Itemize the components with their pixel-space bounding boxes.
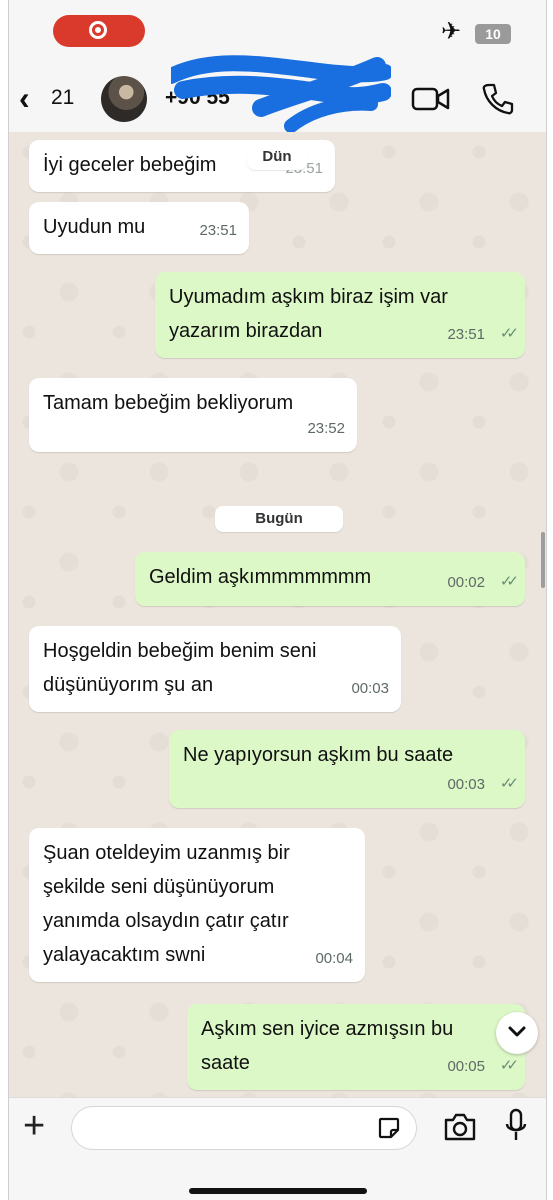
message-bubble-incoming[interactable]: Şuan oteldeyim uzanmış bir şekilde seni … xyxy=(29,828,365,982)
unread-count[interactable]: 21 xyxy=(51,86,74,110)
message-bubble-incoming[interactable]: Tamam bebeğim bekliyorum 23:52 xyxy=(29,378,357,452)
message-time: 23:52 xyxy=(307,420,345,437)
phone-icon[interactable] xyxy=(481,82,515,116)
date-chip-today: Bugün xyxy=(215,506,343,532)
message-time: 23:51 xyxy=(199,222,237,239)
read-receipt-icon: ✓✓ xyxy=(499,573,519,590)
read-receipt-icon: ✓✓ xyxy=(499,325,519,342)
message-time: 00:03 xyxy=(447,776,485,793)
date-chip-yesterday: Dün xyxy=(247,144,307,170)
read-receipt-icon: ✓✓ xyxy=(499,1057,519,1074)
message-time: 00:05 xyxy=(447,1058,485,1075)
redaction-scribble xyxy=(171,55,391,133)
message-text: Tamam bebeğim bekliyorum xyxy=(43,392,294,414)
record-icon xyxy=(89,21,107,39)
message-text: Şuan oteldeyim uzanmış bir şekilde seni … xyxy=(43,842,290,966)
camera-icon[interactable] xyxy=(443,1112,477,1142)
airplane-mode-icon: ✈ xyxy=(441,18,462,45)
message-bubble-outgoing[interactable]: Ne yapıyorsun aşkım bu saate 00:03 ✓✓ xyxy=(169,730,525,808)
video-call-icon[interactable] xyxy=(411,84,451,114)
message-text: Ne yapıyorsun aşkım bu saate xyxy=(183,744,454,766)
message-bubble-incoming[interactable]: Uyudun mu 23:51 xyxy=(29,202,249,254)
message-bubble-outgoing[interactable]: Geldim aşkımmmmmmm 00:02 ✓✓ xyxy=(135,552,525,606)
chevron-left-icon[interactable]: ‹ xyxy=(19,80,30,116)
message-time: 00:03 xyxy=(351,680,389,697)
chat-header: ‹ 21 +90 55 xyxy=(9,55,546,133)
read-receipt-icon: ✓✓ xyxy=(499,775,519,792)
message-bubble-outgoing[interactable]: Uyumadım aşkım biraz işim var yazarım bi… xyxy=(155,272,525,358)
chat-area[interactable]: İyi geceler bebeğim 23:51 Dün Uyudun mu … xyxy=(9,132,546,1097)
scroll-to-bottom-button[interactable] xyxy=(496,1012,538,1054)
message-bubble-outgoing[interactable]: Aşkım sen iyice azmışsın bu saate 00:05 … xyxy=(187,1004,525,1090)
battery-indicator: 10 xyxy=(475,24,511,44)
message-text: Hoşgeldin bebeğim benim seni düşünüyorım… xyxy=(43,640,317,696)
scroll-indicator[interactable] xyxy=(541,532,545,588)
message-time: 23:51 xyxy=(447,326,485,343)
microphone-icon[interactable] xyxy=(505,1108,527,1144)
message-input-bar: + xyxy=(9,1097,546,1200)
phone-screen: ✈ 10 ‹ 21 +90 55 İyi geceler bebeğim 23:… xyxy=(8,0,547,1200)
message-time: 00:04 xyxy=(315,950,353,967)
sticker-icon[interactable] xyxy=(377,1116,401,1140)
chevron-down-icon xyxy=(508,1026,526,1037)
screen-recording-indicator[interactable] xyxy=(53,15,145,47)
message-input[interactable] xyxy=(71,1106,417,1150)
plus-icon[interactable]: + xyxy=(23,1106,45,1146)
message-bubble-incoming[interactable]: Hoşgeldin bebeğim benim seni düşünüyorım… xyxy=(29,626,401,712)
contact-avatar[interactable] xyxy=(101,76,147,122)
home-indicator[interactable] xyxy=(189,1188,367,1194)
message-time: 00:02 xyxy=(447,574,485,591)
